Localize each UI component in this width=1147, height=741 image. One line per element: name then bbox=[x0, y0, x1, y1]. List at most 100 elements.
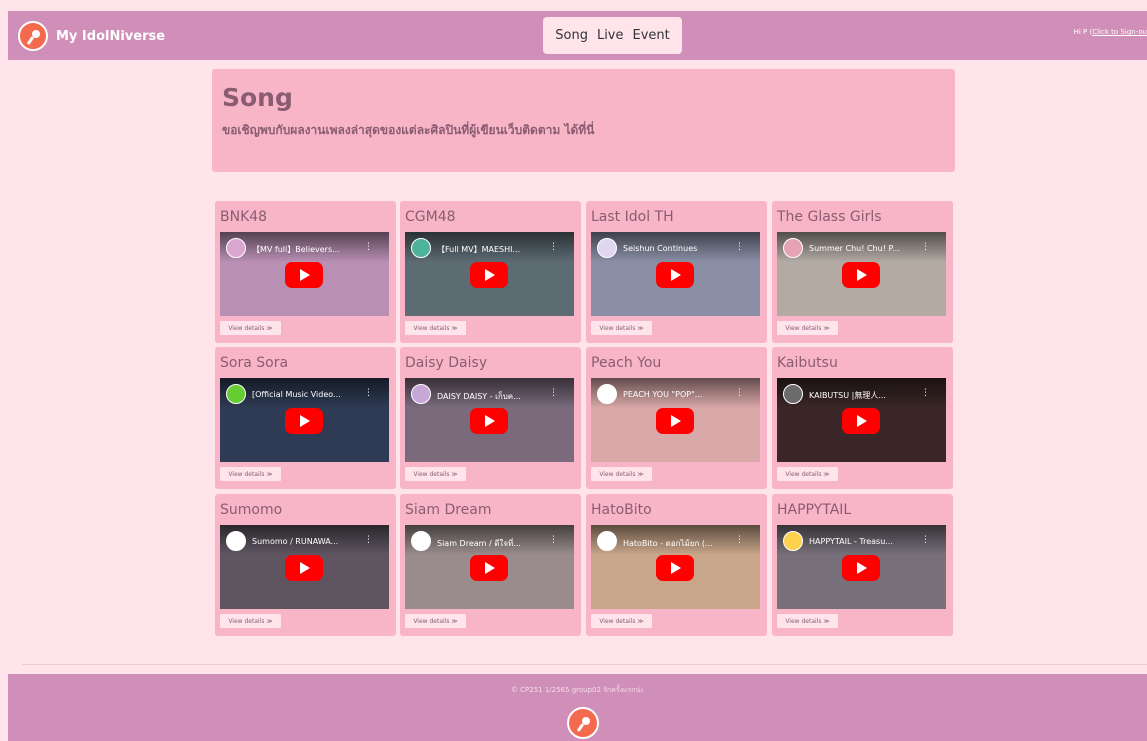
artist-name: HAPPYTAIL bbox=[777, 502, 852, 518]
artist-card: Kaibutsu KAIBUTSU |無理人... ⋮ View details ≫ bbox=[772, 347, 953, 489]
youtube-play-icon[interactable] bbox=[470, 262, 508, 288]
page-title: Song bbox=[222, 83, 293, 112]
youtube-play-icon[interactable] bbox=[842, 408, 880, 434]
video-embed[interactable]: Siam Dream / ดีใจที่... ⋮ bbox=[405, 525, 574, 609]
channel-avatar[interactable] bbox=[226, 384, 246, 404]
view-details-button[interactable]: View details ≫ bbox=[777, 467, 838, 481]
kebab-menu-icon[interactable]: ⋮ bbox=[364, 388, 373, 398]
artist-name: Siam Dream bbox=[405, 502, 492, 518]
nav-live[interactable]: Live bbox=[597, 28, 624, 43]
view-details-button[interactable]: View details ≫ bbox=[591, 321, 652, 335]
channel-avatar[interactable] bbox=[783, 384, 803, 404]
hero-banner: Song ขอเชิญพบกับผลงานเพลงล่าสุดของแต่ละศ… bbox=[212, 69, 955, 172]
youtube-play-icon[interactable] bbox=[285, 555, 323, 581]
video-embed[interactable]: [Official Music Video... ⋮ bbox=[220, 378, 389, 462]
video-title[interactable]: DAISY DAISY - เก็บค... bbox=[437, 390, 547, 403]
channel-avatar[interactable] bbox=[226, 238, 246, 258]
video-embed[interactable]: Sumomo / RUNAWA... ⋮ bbox=[220, 525, 389, 609]
channel-avatar[interactable] bbox=[226, 531, 246, 551]
view-details-button[interactable]: View details ≫ bbox=[220, 467, 281, 481]
kebab-menu-icon[interactable]: ⋮ bbox=[921, 242, 930, 252]
nav-song[interactable]: Song bbox=[555, 28, 588, 43]
video-embed[interactable]: DAISY DAISY - เก็บค... ⋮ bbox=[405, 378, 574, 462]
view-details-button[interactable]: View details ≫ bbox=[405, 321, 466, 335]
brand[interactable]: My IdolNiverse bbox=[18, 21, 165, 51]
video-embed[interactable]: HAPPYTAIL - Treasu... ⋮ bbox=[777, 525, 946, 609]
video-embed[interactable]: 【Full MV】MAESHI... ⋮ bbox=[405, 232, 574, 316]
kebab-menu-icon[interactable]: ⋮ bbox=[735, 242, 744, 252]
page-description: ขอเชิญพบกับผลงานเพลงล่าสุดของแต่ละศิลปิน… bbox=[222, 123, 595, 137]
artist-card: HatoBito HatoBito - ดอกไม้ยก (... ⋮ View de… bbox=[586, 494, 767, 636]
kebab-menu-icon[interactable]: ⋮ bbox=[735, 388, 744, 398]
footer-microphone-logo-icon[interactable] bbox=[567, 707, 599, 739]
channel-avatar[interactable] bbox=[411, 531, 431, 551]
artist-card: The Glass Girls Summer Chu! Chu! P... ⋮ Vie… bbox=[772, 201, 953, 343]
video-title[interactable]: HAPPYTAIL - Treasu... bbox=[809, 537, 919, 546]
view-details-button[interactable]: View details ≫ bbox=[405, 614, 466, 628]
video-embed[interactable]: PEACH YOU "POP"... ⋮ bbox=[591, 378, 760, 462]
video-title[interactable]: PEACH YOU "POP"... bbox=[623, 390, 733, 399]
video-title[interactable]: 【MV full】Believers... bbox=[252, 244, 362, 255]
youtube-play-icon[interactable] bbox=[285, 262, 323, 288]
youtube-play-icon[interactable] bbox=[842, 555, 880, 581]
artist-card: Sumomo Sumomo / RUNAWA... ⋮ View details ≫ bbox=[215, 494, 396, 636]
video-title[interactable]: Summer Chu! Chu! P... bbox=[809, 244, 919, 253]
artist-name: BNK48 bbox=[220, 209, 268, 225]
video-embed[interactable]: KAIBUTSU |無理人... ⋮ bbox=[777, 378, 946, 462]
artist-name: Last Idol TH bbox=[591, 209, 674, 225]
footer-divider bbox=[22, 664, 1147, 665]
video-embed[interactable]: 【MV full】Believers... ⋮ bbox=[220, 232, 389, 316]
brand-title: My IdolNiverse bbox=[56, 28, 166, 44]
nav-event[interactable]: Event bbox=[633, 28, 670, 43]
video-title[interactable]: HatoBito - ดอกไม้ยก (... bbox=[623, 537, 733, 550]
kebab-menu-icon[interactable]: ⋮ bbox=[364, 535, 373, 545]
youtube-play-icon[interactable] bbox=[842, 262, 880, 288]
channel-avatar[interactable] bbox=[597, 238, 617, 258]
youtube-play-icon[interactable] bbox=[656, 408, 694, 434]
view-details-button[interactable]: View details ≫ bbox=[591, 467, 652, 481]
artist-card: Siam Dream Siam Dream / ดีใจที่... ⋮ View d… bbox=[400, 494, 581, 636]
kebab-menu-icon[interactable]: ⋮ bbox=[549, 535, 558, 545]
view-details-button[interactable]: View details ≫ bbox=[591, 614, 652, 628]
video-title[interactable]: KAIBUTSU |無理人... bbox=[809, 390, 919, 401]
video-embed[interactable]: Summer Chu! Chu! P... ⋮ bbox=[777, 232, 946, 316]
youtube-play-icon[interactable] bbox=[285, 408, 323, 434]
youtube-play-icon[interactable] bbox=[470, 555, 508, 581]
channel-avatar[interactable] bbox=[597, 384, 617, 404]
youtube-play-icon[interactable] bbox=[470, 408, 508, 434]
artist-name: Kaibutsu bbox=[777, 355, 838, 371]
kebab-menu-icon[interactable]: ⋮ bbox=[549, 242, 558, 252]
kebab-menu-icon[interactable]: ⋮ bbox=[921, 535, 930, 545]
view-details-button[interactable]: View details ≫ bbox=[220, 614, 281, 628]
youtube-play-icon[interactable] bbox=[656, 555, 694, 581]
artist-name: Sora Sora bbox=[220, 355, 289, 371]
kebab-menu-icon[interactable]: ⋮ bbox=[364, 242, 373, 252]
channel-avatar[interactable] bbox=[783, 531, 803, 551]
video-title[interactable]: Sumomo / RUNAWA... bbox=[252, 537, 362, 546]
video-title[interactable]: Seishun Continues bbox=[623, 244, 733, 253]
artist-card: Sora Sora [Official Music Video... ⋮ View d… bbox=[215, 347, 396, 489]
youtube-play-icon[interactable] bbox=[656, 262, 694, 288]
channel-avatar[interactable] bbox=[411, 384, 431, 404]
kebab-menu-icon[interactable]: ⋮ bbox=[735, 535, 744, 545]
kebab-menu-icon[interactable]: ⋮ bbox=[921, 388, 930, 398]
sign-out-link[interactable]: Click to Sign-ou bbox=[1092, 28, 1147, 36]
artist-card: Last Idol TH Seishun Continues ⋮ View detai… bbox=[586, 201, 767, 343]
view-details-button[interactable]: View details ≫ bbox=[777, 321, 838, 335]
view-details-button[interactable]: View details ≫ bbox=[405, 467, 466, 481]
artist-card: Daisy Daisy DAISY DAISY - เก็บค... ⋮ View d… bbox=[400, 347, 581, 489]
artist-name: Sumomo bbox=[220, 502, 283, 518]
kebab-menu-icon[interactable]: ⋮ bbox=[549, 388, 558, 398]
view-details-button[interactable]: View details ≫ bbox=[777, 614, 838, 628]
video-embed[interactable]: HatoBito - ดอกไม้ยก (... ⋮ bbox=[591, 525, 760, 609]
video-embed[interactable]: Seishun Continues ⋮ bbox=[591, 232, 760, 316]
video-title[interactable]: 【Full MV】MAESHI... bbox=[437, 244, 547, 255]
channel-avatar[interactable] bbox=[783, 238, 803, 258]
artist-card: Peach You PEACH YOU "POP"... ⋮ View details… bbox=[586, 347, 767, 489]
video-title[interactable]: Siam Dream / ดีใจที่... bbox=[437, 537, 547, 550]
channel-avatar[interactable] bbox=[597, 531, 617, 551]
artist-name: Daisy Daisy bbox=[405, 355, 488, 371]
view-details-button[interactable]: View details ≫ bbox=[220, 321, 281, 335]
video-title[interactable]: [Official Music Video... bbox=[252, 390, 362, 399]
channel-avatar[interactable] bbox=[411, 238, 431, 258]
